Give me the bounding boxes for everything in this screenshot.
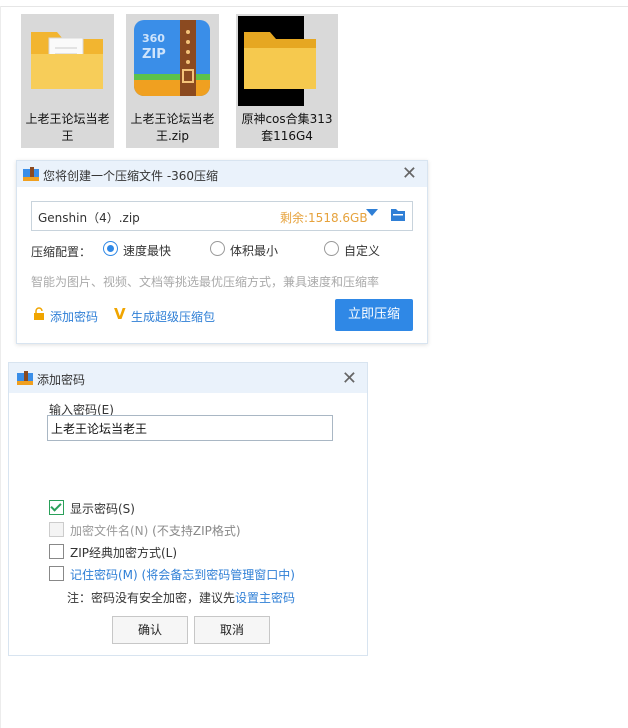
option-label: 自定义 xyxy=(344,244,381,258)
compress-now-button[interactable]: 立即压缩 xyxy=(335,299,413,331)
folder-icon xyxy=(244,32,316,89)
dialog-title: 添加密码 xyxy=(37,373,86,387)
compress-config-label: 压缩配置： xyxy=(31,245,92,259)
radio-icon xyxy=(210,241,225,256)
radio-icon xyxy=(324,241,339,256)
checkbox-icon xyxy=(49,522,64,537)
file-name: 上老王论坛当老王.zip xyxy=(130,112,215,143)
password-value: 上老王论坛当老王 xyxy=(51,422,148,436)
output-filename[interactable]: Genshin（4）.zip xyxy=(38,209,140,226)
ok-button[interactable]: 确认 xyxy=(112,616,188,644)
folder-with-documents-icon xyxy=(31,32,103,89)
close-icon[interactable]: ✕ xyxy=(402,165,417,183)
checkbox-label: ZIP经典加密方式(L) xyxy=(70,546,178,560)
top-divider xyxy=(0,6,628,7)
cancel-button[interactable]: 取消 xyxy=(194,616,270,644)
output-filename-field[interactable]: Genshin（4）.zip 剩余:1518.6GB xyxy=(31,201,413,231)
chevron-down-icon[interactable] xyxy=(366,209,378,216)
checkbox-label: 显示密码(S) xyxy=(70,502,135,516)
archive-app-icon xyxy=(17,371,33,385)
super-pack-link[interactable]: 生成超级压缩包 xyxy=(131,308,215,325)
checkbox-label: 记住密码(M) (将会备忘到密码管理窗口中) xyxy=(70,568,295,582)
option-label: 速度最快 xyxy=(123,244,172,258)
add-password-link[interactable]: 添加密码 xyxy=(50,308,98,325)
add-password-dialog: 添加密码 ✕ 输入密码(E) 上老王论坛当老王 显示密码(S) 加密文件名(N)… xyxy=(8,362,368,656)
compress-dialog: 您将创建一个压缩文件 -360压缩 ✕ Genshin（4）.zip 剩余:15… xyxy=(16,160,428,344)
vip-v-icon: V xyxy=(114,305,126,323)
checkbox-label: 加密文件名(N) (不支持ZIP格式) xyxy=(70,524,241,538)
free-space-label: 剩余:1518.6GB xyxy=(280,211,368,225)
checkbox-icon xyxy=(49,566,64,581)
checkbox-icon xyxy=(49,544,64,559)
option-label: 体积最小 xyxy=(230,244,279,258)
close-icon[interactable]: ✕ xyxy=(342,370,357,388)
dialog-titlebar: 添加密码 ✕ xyxy=(9,363,367,393)
checkbox-checked-icon xyxy=(49,500,64,515)
left-divider xyxy=(0,6,1,728)
radio-selected-icon xyxy=(103,241,118,256)
svg-text:ZIP: ZIP xyxy=(142,47,166,62)
dialog-titlebar: 您将创建一个压缩文件 -360压缩 ✕ xyxy=(17,161,427,187)
file-item-zip[interactable]: 360 ZIP 上老王论坛当老王.zip xyxy=(126,14,219,148)
security-note: 注：密码没有安全加密，建议先设置主密码 xyxy=(67,591,296,605)
archive-app-icon xyxy=(23,167,39,181)
lock-icon xyxy=(34,307,44,320)
compress-hint: 智能为图片、视频、文档等挑选最优压缩方式，兼具速度和压缩率 xyxy=(31,275,380,289)
svg-text:360: 360 xyxy=(142,32,165,45)
browse-folder-icon[interactable] xyxy=(391,208,405,221)
set-master-password-link[interactable]: 设置主密码 xyxy=(235,591,295,605)
password-input[interactable]: 上老王论坛当老王 xyxy=(47,415,333,441)
file-item-folder[interactable]: 原神cos合集313套116G4 xyxy=(236,14,338,148)
file-item-folder-docs[interactable]: 上老王论坛当老王 xyxy=(21,14,114,148)
file-name: 上老王论坛当老王 xyxy=(25,112,110,143)
dialog-title: 您将创建一个压缩文件 -360压缩 xyxy=(43,169,219,183)
file-name: 原神cos合集313套116G4 xyxy=(241,112,333,143)
360zip-archive-icon: 360 ZIP xyxy=(134,20,210,96)
